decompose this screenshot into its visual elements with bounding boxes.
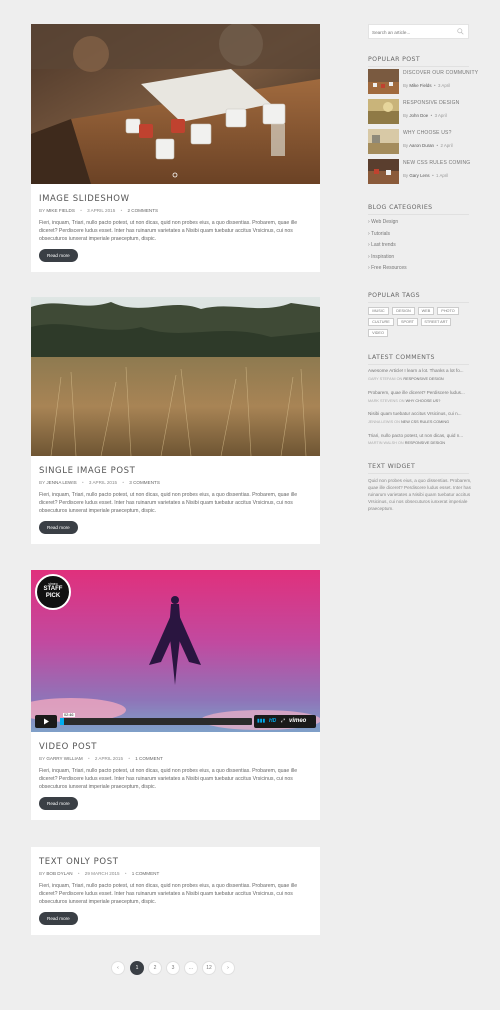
tag-design[interactable]: DESIGN: [392, 307, 415, 315]
post-single-image: SINGLE IMAGE POST BY JENNA LEWIS • 3 APR…: [31, 297, 320, 544]
tag-sport[interactable]: SPORT: [397, 318, 418, 326]
tag-photo[interactable]: PHOTO: [437, 307, 459, 315]
post-date: 3 APRIL 2015: [88, 480, 118, 485]
post-excerpt: Fieri, inquam, Triari, nullo pacto potes…: [39, 768, 298, 790]
video-player[interactable]: vimeo STAFF PICK 02:46 ▮▮▮ HD ⤢ vimeo: [31, 570, 320, 732]
post-comments-link[interactable]: 1 COMMENT: [132, 871, 160, 876]
search-box[interactable]: [368, 24, 469, 39]
fullscreen-icon[interactable]: ⤢: [281, 715, 285, 728]
video-bar-right: ▮▮▮ HD ⤢ vimeo: [254, 715, 316, 728]
category-link[interactable]: › Inspiration: [368, 254, 394, 260]
popular-post-item[interactable]: DISCOVER OUR COMMUNITY By Mike Fields • …: [368, 69, 478, 95]
post-title[interactable]: VIDEO POST: [39, 742, 312, 752]
post-video: vimeo STAFF PICK 02:46 ▮▮▮ HD ⤢ vimeo VI…: [31, 570, 320, 820]
post-meta: BY BOB DYLAN • 29 MARCH 2015 • 1 COMMENT: [39, 871, 160, 876]
post-meta: BY JENNA LEWIS • 3 APRIL 2015 • 3 COMMEN…: [39, 480, 160, 485]
popular-post-item[interactable]: RESPONSIVE DESIGN By John Doe • 3 April: [368, 99, 469, 125]
post-author[interactable]: BOB DYLAN: [46, 871, 72, 876]
video-frame: [31, 570, 320, 732]
post-date: 29 MARCH 2015: [84, 871, 120, 876]
comment-excerpt[interactable]: Probarem, quae ille diceret? Perdiscere …: [368, 390, 465, 395]
popular-post-link[interactable]: DISCOVER OUR COMMUNITY: [403, 70, 478, 76]
pagination-page[interactable]: 12: [202, 961, 216, 975]
video-progress-fill: [60, 718, 64, 725]
tag-street-art[interactable]: STREET ART: [421, 318, 451, 326]
post-excerpt: Fieri, inquam, Triari, nullo pacto potes…: [39, 220, 298, 242]
video-progress-bar[interactable]: 02:46: [60, 713, 252, 725]
tag-music[interactable]: MUSIC: [368, 307, 389, 315]
read-more-button[interactable]: Read more: [39, 912, 78, 925]
comment-meta: MARTIN WALSH ON RESPONSIVE DESIGN: [368, 441, 446, 445]
pagination-page[interactable]: 3: [166, 961, 180, 975]
post-author[interactable]: GARRY WILLIAM: [46, 756, 82, 761]
read-more-button[interactable]: Read more: [39, 521, 78, 534]
play-icon: [44, 718, 49, 725]
pagination-page[interactable]: 1: [130, 961, 144, 975]
popular-post-title: POPULAR POST: [368, 56, 421, 67]
popular-post-link[interactable]: NEW CSS RULES COMING: [403, 160, 470, 166]
post-title[interactable]: TEXT ONLY POST: [39, 857, 312, 867]
pagination-prev[interactable]: ‹: [111, 961, 125, 975]
post-date: 3 APRIL 2015: [87, 208, 116, 213]
popular-post-thumb[interactable]: [368, 129, 399, 154]
video-controls: 02:46 ▮▮▮ HD ⤢ vimeo: [35, 713, 316, 728]
comment-excerpt[interactable]: Awesome Article! I learn a lot. Thanks a…: [368, 368, 464, 373]
comment-meta: GARY STEFANI ON RESPONSIVE DESIGN: [368, 377, 444, 381]
search-icon[interactable]: [457, 28, 464, 35]
cafe-table-photo: [31, 24, 320, 184]
post-author[interactable]: JENNA LEWIS: [46, 480, 76, 485]
popular-post-link[interactable]: WHY CHOOSE US?: [403, 130, 452, 136]
post-excerpt: Fieri, inquam, Triari, nullo pacto potes…: [39, 492, 298, 514]
post-title[interactable]: IMAGE SLIDESHOW: [39, 194, 312, 204]
play-button[interactable]: [35, 715, 57, 728]
post-title[interactable]: SINGLE IMAGE POST: [39, 466, 312, 476]
read-more-button[interactable]: Read more: [39, 249, 78, 262]
tag-web[interactable]: WEB: [418, 307, 434, 315]
post-meta: BY GARRY WILLIAM • 2 APRIL 2015 • 1 COMM…: [39, 756, 163, 761]
post-image[interactable]: [31, 297, 320, 456]
read-more-button[interactable]: Read more: [39, 797, 78, 810]
post-author[interactable]: MIKE FIELDS: [46, 208, 75, 213]
post-image[interactable]: [31, 24, 320, 184]
post-date: 2 APRIL 2015: [94, 756, 124, 761]
post-comments-link[interactable]: 1 COMMENT: [135, 756, 163, 761]
comment-meta: JENNA LEWIS ON NEW CSS RULES COMING: [368, 420, 450, 424]
hd-toggle[interactable]: HD: [269, 715, 276, 728]
search-input[interactable]: [372, 28, 458, 36]
staff-pick-badge: vimeo STAFF PICK: [35, 574, 71, 610]
post-excerpt: Fieri, inquam, Triari, nullo pacto potes…: [39, 883, 298, 905]
post-text-only: TEXT ONLY POST BY BOB DYLAN • 29 MARCH 2…: [31, 847, 320, 935]
post-meta: BY MIKE FIELDS • 3 APRIL 2015 • 2 COMMEN…: [39, 208, 159, 213]
text-widget-title: TEXT WIDGET: [368, 463, 416, 474]
popular-post-thumb[interactable]: [368, 99, 399, 124]
post-comments-link[interactable]: 2 COMMENTS: [127, 208, 158, 213]
comment-meta: MARK STEVENS ON WHY CHOOSE US?: [368, 399, 441, 403]
post-comments-link[interactable]: 3 COMMENTS: [129, 480, 160, 485]
pagination-page[interactable]: 2: [148, 961, 162, 975]
popular-post-thumb[interactable]: [368, 69, 399, 94]
category-link[interactable]: › Last trends: [368, 242, 396, 248]
video-time: 02:46: [63, 713, 75, 717]
tag-video[interactable]: VIDEO: [368, 329, 388, 337]
pagination-next[interactable]: ›: [221, 961, 235, 975]
volume-icon[interactable]: ▮▮▮: [257, 715, 265, 728]
category-link[interactable]: › Tutorials: [368, 231, 390, 237]
comment-excerpt[interactable]: Triari, nullo pacto potest, ut non dicas…: [368, 433, 463, 438]
text-widget-body: Quid non probes eius, a quo dissentias. …: [368, 478, 472, 511]
post-image-slideshow: IMAGE SLIDESHOW BY MIKE FIELDS • 3 APRIL…: [31, 24, 320, 272]
popular-tags-title: POPULAR TAGS: [368, 292, 420, 303]
popular-post-thumb[interactable]: [368, 159, 399, 184]
popular-post-item[interactable]: WHY CHOOSE US? By Aaron Duran • 2 April: [368, 129, 469, 155]
comment-excerpt[interactable]: Nisibi quam tuebatur accitus Vrsicinus, …: [368, 411, 462, 416]
pagination-ellipsis: ...: [184, 961, 198, 975]
latest-comments-title: LATEST COMMENTS: [368, 354, 435, 365]
vimeo-logo[interactable]: vimeo: [289, 715, 306, 728]
wheat-field-photo: [31, 297, 320, 456]
blog-categories-title: BLOG CATEGORIES: [368, 204, 433, 215]
popular-post-link[interactable]: RESPONSIVE DESIGN: [403, 100, 459, 106]
popular-post-item[interactable]: NEW CSS RULES COMING By Gary Lens • 1 Ap…: [368, 159, 470, 185]
category-link[interactable]: › Web Design: [368, 219, 398, 225]
category-link[interactable]: › Free Resources: [368, 265, 407, 271]
tag-culture[interactable]: CULTURE: [368, 318, 394, 326]
